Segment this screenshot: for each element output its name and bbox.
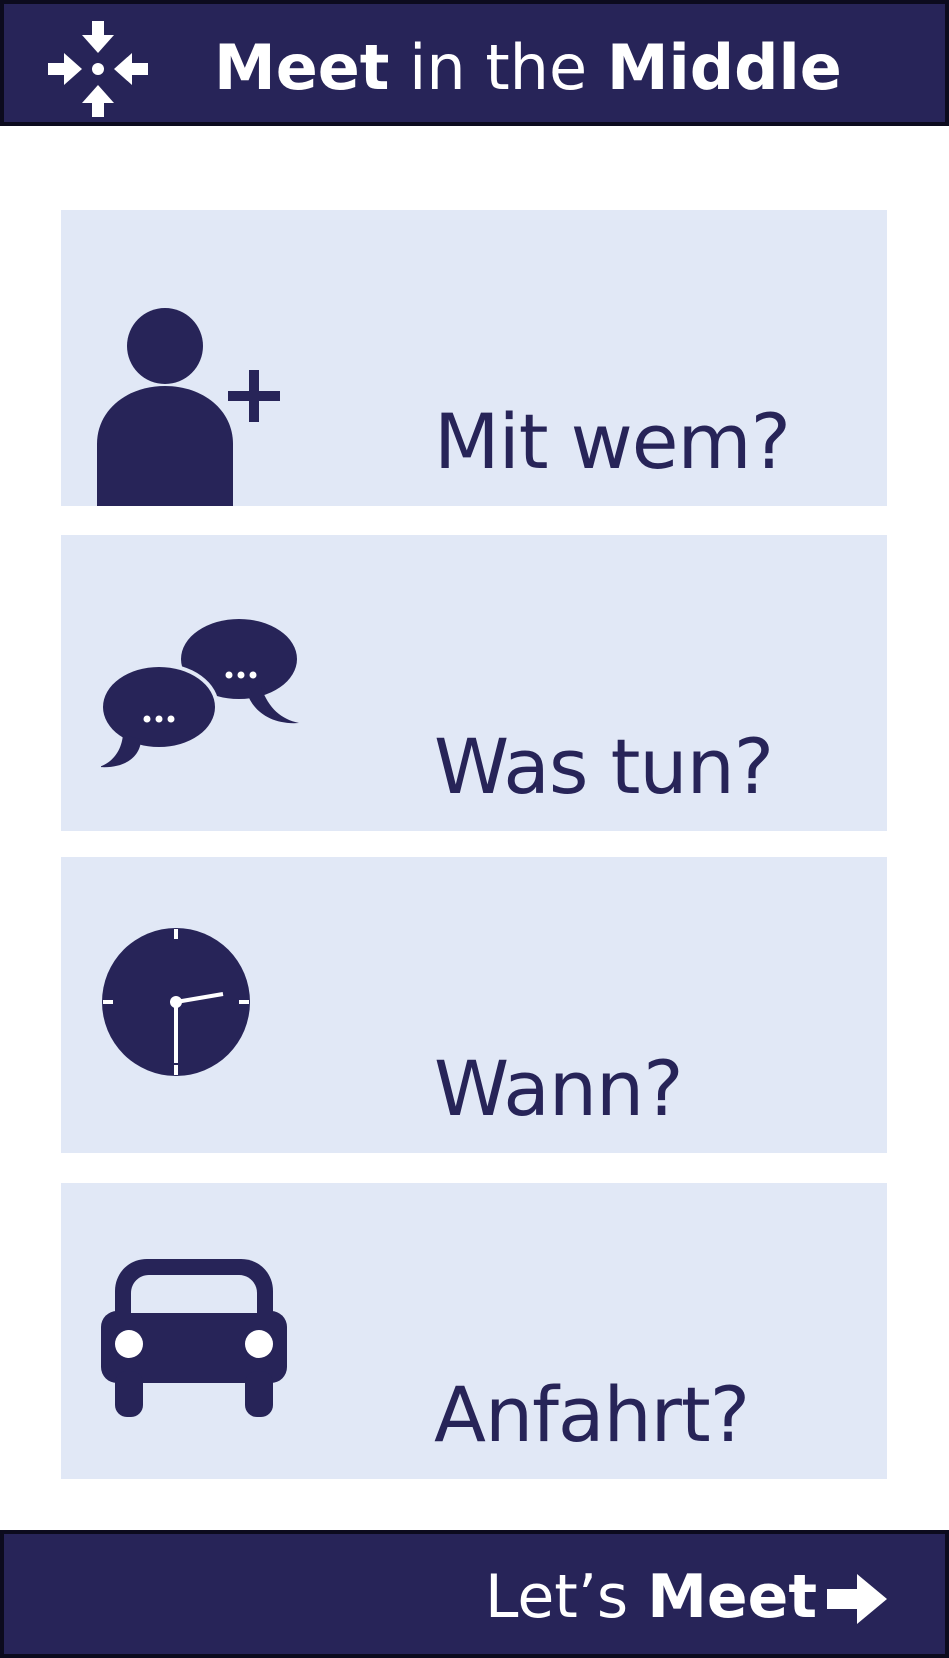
title-middle: Middle [606,31,842,104]
card-when[interactable]: Wann? [61,857,887,1153]
card-what-to-do[interactable]: Was tun? [61,535,887,831]
card-label: Wann? [434,1044,684,1133]
clock-icon [102,928,250,1076]
card-label: Anfahrt? [434,1370,750,1459]
lets-meet-button[interactable]: Let’s Meet [0,1530,949,1658]
arrow-right-icon [827,1574,887,1624]
cta-meet: Meet [647,1562,817,1632]
lets-meet-label: Let’s Meet [485,1562,817,1632]
cta-lets: Let’s [485,1562,648,1632]
converge-arrows-icon [48,21,148,117]
app-title: Meet in the Middle [214,28,842,108]
chat-bubbles-icon [101,619,299,768]
card-with-whom[interactable]: Mit wem? [61,210,887,506]
title-in-the: in the [389,31,607,104]
app-header: Meet in the Middle [0,0,949,126]
title-meet: Meet [214,31,390,104]
card-label: Was tun? [434,722,774,811]
add-person-icon [97,308,280,506]
car-icon [101,1259,287,1417]
card-label: Mit wem? [434,397,791,486]
card-travel[interactable]: Anfahrt? [61,1183,887,1479]
